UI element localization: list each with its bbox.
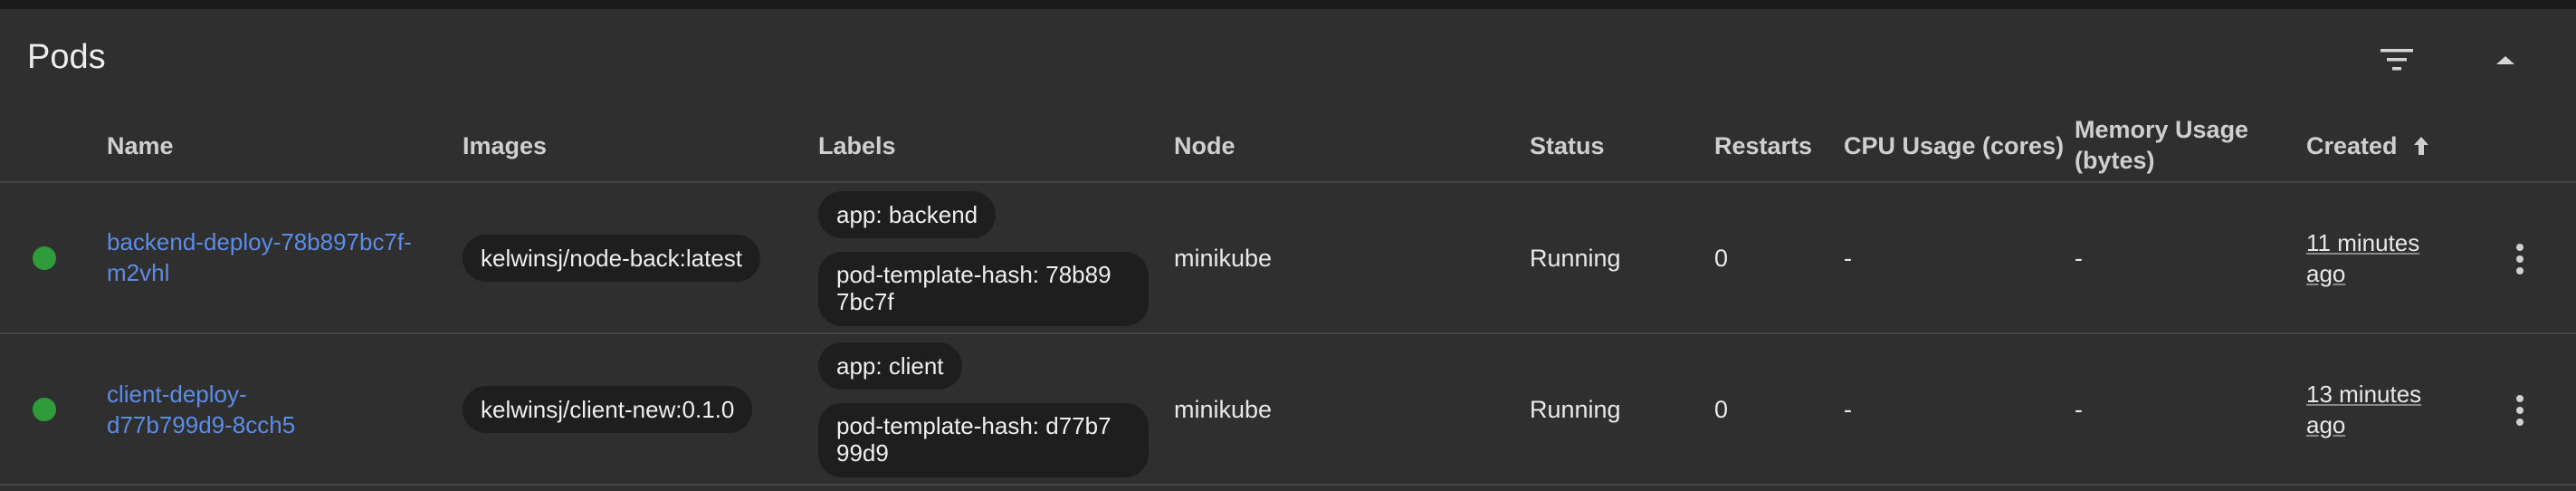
- row-divider: [0, 332, 2576, 334]
- image-chip: kelwinsj/node-back:latest: [463, 235, 761, 282]
- kebab-dot: [2516, 395, 2524, 402]
- column-header-cpu[interactable]: CPU Usage (cores): [1844, 132, 2064, 160]
- column-header-created[interactable]: Created: [2306, 132, 2431, 160]
- status-running-icon: [33, 398, 56, 421]
- column-header-restarts[interactable]: Restarts: [1714, 132, 1812, 160]
- kebab-dot: [2516, 244, 2524, 251]
- pod-name-link[interactable]: client-deploy- d77b799d9-8cch5: [107, 379, 295, 440]
- kebab-dot: [2516, 267, 2524, 274]
- column-header-memory-line1: Memory Usage: [2075, 116, 2249, 143]
- pod-name-line2: d77b799d9-8cch5: [107, 411, 296, 438]
- filter-button[interactable]: [2370, 33, 2424, 87]
- node-value: minikube: [1174, 245, 1273, 272]
- kebab-dot: [2516, 255, 2524, 263]
- status-value: Running: [1530, 245, 1621, 272]
- created-line1: 13 minutes: [2306, 380, 2422, 408]
- pod-name-line1: client-deploy-: [107, 380, 247, 408]
- column-header-labels: Labels: [818, 132, 896, 159]
- restarts-value: 0: [1714, 245, 1729, 272]
- image-chip: kelwinsj/client-new:0.1.0: [463, 386, 753, 433]
- row-actions-button[interactable]: [2502, 232, 2538, 286]
- memory-value: -: [2075, 396, 2083, 423]
- created-line1: 11 minutes: [2306, 229, 2420, 256]
- column-header-created-label: Created: [2306, 132, 2398, 159]
- memory-value: -: [2075, 245, 2083, 272]
- row-actions-button[interactable]: [2502, 383, 2538, 438]
- created-line2: ago: [2306, 260, 2346, 287]
- status-value: Running: [1530, 396, 1621, 423]
- label-chip-app: app: client: [818, 342, 962, 390]
- filter-icon: [2380, 49, 2413, 71]
- created-value[interactable]: 13 minutes ago: [2306, 379, 2421, 440]
- kebab-dot: [2516, 407, 2524, 414]
- created-line2: ago: [2306, 411, 2346, 438]
- row-divider: [0, 484, 2576, 486]
- panel-title: Pods: [27, 38, 106, 76]
- top-bar: [0, 0, 2576, 9]
- cpu-value: -: [1844, 245, 1852, 272]
- column-header-memory[interactable]: Memory Usage (bytes): [2075, 114, 2248, 176]
- arrow-up-icon: [2414, 137, 2429, 155]
- label-chip-hash: pod-template-hash: d77b7 99d9: [818, 403, 1149, 477]
- restarts-value: 0: [1714, 396, 1729, 423]
- node-value: minikube: [1174, 396, 1273, 423]
- label-chip-hash: pod-template-hash: 78b89 7bc7f: [818, 252, 1149, 326]
- pod-name-line1: backend-deploy-78b897bc7f-: [107, 228, 412, 255]
- chevron-up-icon: [2496, 56, 2514, 64]
- column-header-memory-line2: (bytes): [2075, 147, 2155, 174]
- status-running-icon: [33, 246, 56, 270]
- created-value[interactable]: 11 minutes ago: [2306, 227, 2419, 289]
- column-header-status[interactable]: Status: [1530, 132, 1605, 160]
- label-chip-app: app: backend: [818, 191, 997, 238]
- label-hash-line1: pod-template-hash: d77b7: [836, 412, 1111, 439]
- label-hash-line1: pod-template-hash: 78b89: [836, 261, 1111, 288]
- collapse-button[interactable]: [2478, 33, 2533, 87]
- label-hash-line2: 7bc7f: [836, 288, 894, 315]
- column-header-node[interactable]: Node: [1174, 132, 1236, 160]
- cpu-value: -: [1844, 396, 1852, 423]
- label-hash-line2: 99d9: [836, 439, 889, 467]
- header-divider: [0, 181, 2576, 183]
- kebab-dot: [2516, 419, 2524, 426]
- pod-name-link[interactable]: backend-deploy-78b897bc7f- m2vhl: [107, 226, 412, 288]
- column-header-images: Images: [463, 132, 548, 159]
- column-header-name[interactable]: Name: [107, 132, 174, 160]
- pod-name-line2: m2vhl: [107, 259, 170, 286]
